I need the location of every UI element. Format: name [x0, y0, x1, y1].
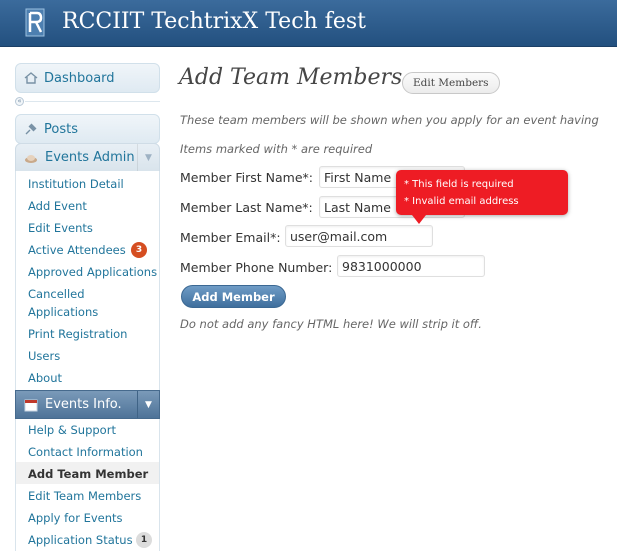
- phone-field[interactable]: [337, 255, 485, 277]
- menu-events-info[interactable]: Events Info. ▼: [15, 390, 160, 419]
- first-name-label: Member First Name*:: [180, 170, 314, 185]
- collapse-arrow-icon[interactable]: «: [15, 97, 24, 106]
- sidebar-item-edit-events[interactable]: Edit Events: [28, 219, 93, 237]
- events-admin-submenu: Institution Detail Add Event Edit Events…: [15, 171, 160, 390]
- site-logo-icon[interactable]: [24, 8, 46, 38]
- page-title: Add Team Members: [179, 65, 403, 90]
- current-item-pointer-icon: [10, 516, 15, 526]
- sidebar-item-help-support[interactable]: Help & Support: [28, 421, 116, 439]
- active-attendees-count-badge: 3: [131, 242, 147, 258]
- error-invalid-email: * Invalid email address: [404, 196, 519, 207]
- error-required: * This field is required: [404, 179, 514, 190]
- sidebar-item-apply-for-events[interactable]: Apply for Events: [28, 509, 123, 527]
- menu-dashboard-label: Dashboard: [44, 70, 115, 86]
- site-header: RCCIIT TechtrixX Tech fest: [0, 0, 617, 47]
- admin-sidebar: Dashboard « Posts Events Admin ▼ Institu…: [0, 47, 166, 551]
- tooltip-arrow-icon: [412, 215, 426, 224]
- application-status-count-badge: 1: [136, 532, 152, 548]
- sidebar-item-active-attendees[interactable]: Active Attendees: [28, 241, 126, 259]
- sidebar-item-contact-information[interactable]: Contact Information: [28, 443, 143, 461]
- sidebar-item-cancelled-applications[interactable]: Cancelled: [28, 285, 85, 303]
- sidebar-item-application-status[interactable]: Application Status: [28, 531, 133, 549]
- collapse-menu[interactable]: «: [15, 97, 160, 107]
- required-note: Items marked with * are required: [180, 142, 373, 156]
- sidebar-item-edit-team-members[interactable]: Edit Team Members: [28, 487, 141, 505]
- main-content: Add Team Members Edit Members These team…: [166, 47, 617, 551]
- sidebar-item-institution-detail[interactable]: Institution Detail: [28, 175, 124, 193]
- email-field[interactable]: [285, 225, 433, 247]
- sidebar-item-approved-applications[interactable]: Approved Applications: [28, 263, 157, 281]
- validation-error-tooltip: * This field is required * Invalid email…: [396, 170, 568, 215]
- add-member-button[interactable]: Add Member: [181, 285, 286, 308]
- events-info-submenu: Help & Support Contact Information Add T…: [15, 419, 160, 551]
- email-label: Member Email*:: [180, 230, 281, 245]
- separator: [25, 101, 160, 102]
- pin-icon: [24, 122, 38, 136]
- events-info-toggle-icon[interactable]: ▼: [137, 391, 159, 418]
- sidebar-item-about[interactable]: About: [28, 369, 62, 387]
- sidebar-item-cancelled-applications-line2[interactable]: Applications: [28, 303, 98, 321]
- sidebar-item-add-team-member[interactable]: Add Team Member: [28, 465, 148, 483]
- edit-members-button[interactable]: Edit Members: [402, 72, 500, 94]
- intro-text: These team members will be shown when yo…: [180, 113, 599, 127]
- phone-label: Member Phone Number:: [180, 260, 333, 275]
- menu-posts[interactable]: Posts: [15, 114, 160, 144]
- sidebar-item-add-event[interactable]: Add Event: [28, 197, 87, 215]
- sidebar-item-users[interactable]: Users: [28, 347, 60, 365]
- sidebar-item-print-registration[interactable]: Print Registration: [28, 325, 127, 343]
- last-name-label: Member Last Name*:: [180, 200, 313, 215]
- calendar-icon: [24, 398, 38, 412]
- events-admin-icon: [24, 151, 38, 165]
- menu-events-admin[interactable]: Events Admin ▼: [15, 143, 160, 172]
- events-admin-toggle-icon[interactable]: ▼: [137, 144, 159, 171]
- events-info-label: Events Info.: [45, 397, 122, 412]
- footer-note: Do not add any fancy HTML here! We will …: [180, 317, 482, 331]
- menu-dashboard[interactable]: Dashboard: [15, 63, 160, 93]
- site-title[interactable]: RCCIIT TechtrixX Tech fest: [62, 9, 366, 34]
- events-admin-label: Events Admin: [45, 150, 135, 165]
- home-icon: [24, 71, 38, 85]
- menu-posts-label: Posts: [44, 121, 78, 137]
